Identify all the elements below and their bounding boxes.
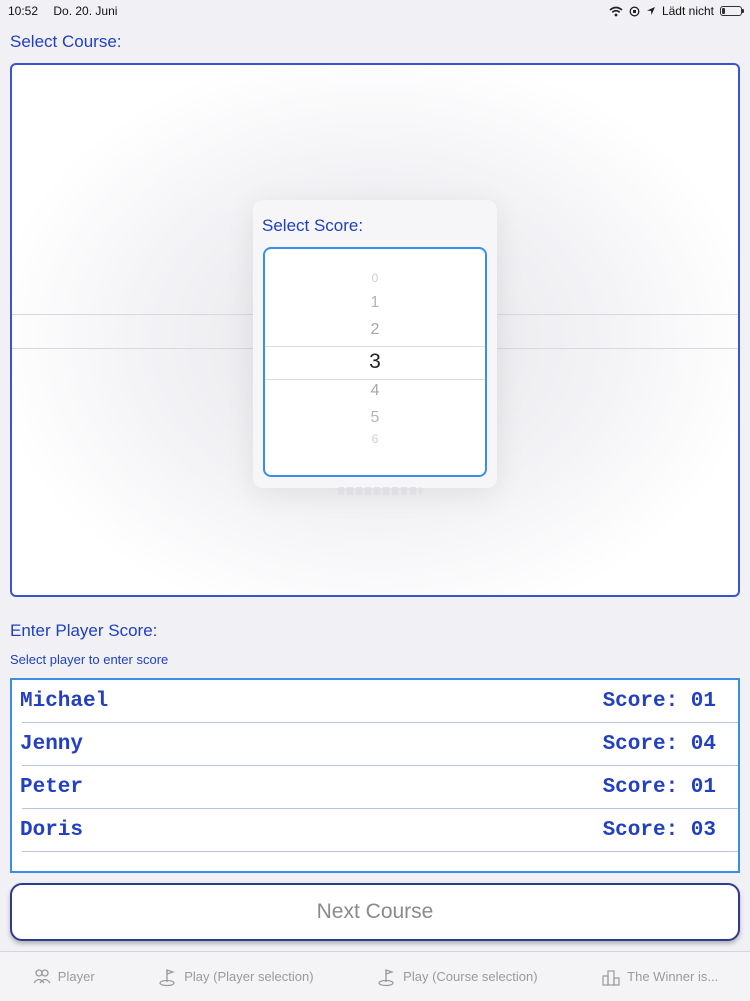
tab-item[interactable]: Player (32, 967, 95, 987)
player-icon (32, 967, 52, 987)
tab-bar: Player Play (Player selection) Play (Cours… (0, 951, 750, 1001)
score-option[interactable]: 0 (265, 271, 485, 285)
tab-item[interactable]: Play (Player selection) (158, 967, 314, 987)
player-name: Doris (20, 819, 84, 842)
player-row[interactable]: Michael Score: 01 (12, 680, 738, 723)
player-row[interactable]: Doris Score: 03 (12, 809, 738, 852)
orientation-lock-icon (629, 6, 640, 16)
wifi-icon (609, 6, 623, 16)
player-name: Michael (20, 690, 109, 713)
score-option[interactable]: 3 (265, 350, 485, 374)
popover-arrow-shadow (338, 487, 422, 495)
charging-status: Lädt nicht (661, 4, 714, 18)
tab-label: Play (Course selection) (403, 969, 538, 984)
score-option[interactable]: 5 (265, 409, 485, 427)
score-popover: Select Score: 0 1 2 3 4 5 6 (253, 200, 497, 488)
player-name: Peter (20, 776, 84, 799)
score-wheel-selection-bottom (265, 379, 485, 380)
battery-fill (722, 8, 725, 14)
status-time: 10:52 (8, 4, 39, 18)
player-section-title: Enter Player Score: (10, 621, 158, 640)
row-separator (22, 851, 738, 852)
status-right: Lädt nicht (609, 4, 744, 18)
score-popover-title: Select Score: (262, 216, 364, 235)
score-option[interactable]: 1 (265, 294, 485, 312)
player-score: Score: 01 (602, 776, 716, 799)
next-course-button[interactable]: Next Course (10, 883, 740, 941)
player-row[interactable]: Peter Score: 01 (12, 766, 738, 809)
podium-icon (601, 967, 621, 987)
golf-icon (158, 967, 178, 987)
status-bar: 10:52 Do. 20. Juni Lädt nicht (0, 0, 750, 22)
status-left: 10:52 Do. 20. Juni (8, 4, 129, 18)
course-section-title: Select Course: (10, 32, 122, 51)
status-date: Do. 20. Juni (53, 4, 118, 18)
tab-label: Play (Player selection) (184, 969, 314, 984)
player-list: Michael Score: 01 Jenny Score: 04 Peter Score… (10, 678, 740, 873)
player-score: Score: 01 (602, 690, 716, 713)
player-section-subtitle: Select player to enter score (10, 652, 169, 667)
tab-label: Player (57, 969, 95, 984)
score-option[interactable]: 4 (265, 382, 485, 400)
tab-item[interactable]: Play (Course selection) (377, 967, 538, 987)
player-row[interactable]: Jenny Score: 04 (12, 723, 738, 766)
tab-item[interactable]: The Winner is... (601, 967, 718, 987)
location-icon (646, 7, 655, 15)
score-option[interactable]: 2 (265, 321, 485, 339)
player-name: Jenny (20, 733, 84, 756)
tab-label: The Winner is... (627, 969, 719, 984)
score-option[interactable]: 6 (265, 432, 485, 446)
battery-icon (720, 6, 744, 16)
player-score: Score: 03 (602, 819, 716, 842)
player-score: Score: 04 (602, 733, 716, 756)
golf-icon (377, 967, 397, 987)
score-wheel-selection-top (265, 346, 485, 347)
score-picker-wheel[interactable]: 0 1 2 3 4 5 6 (263, 247, 487, 477)
